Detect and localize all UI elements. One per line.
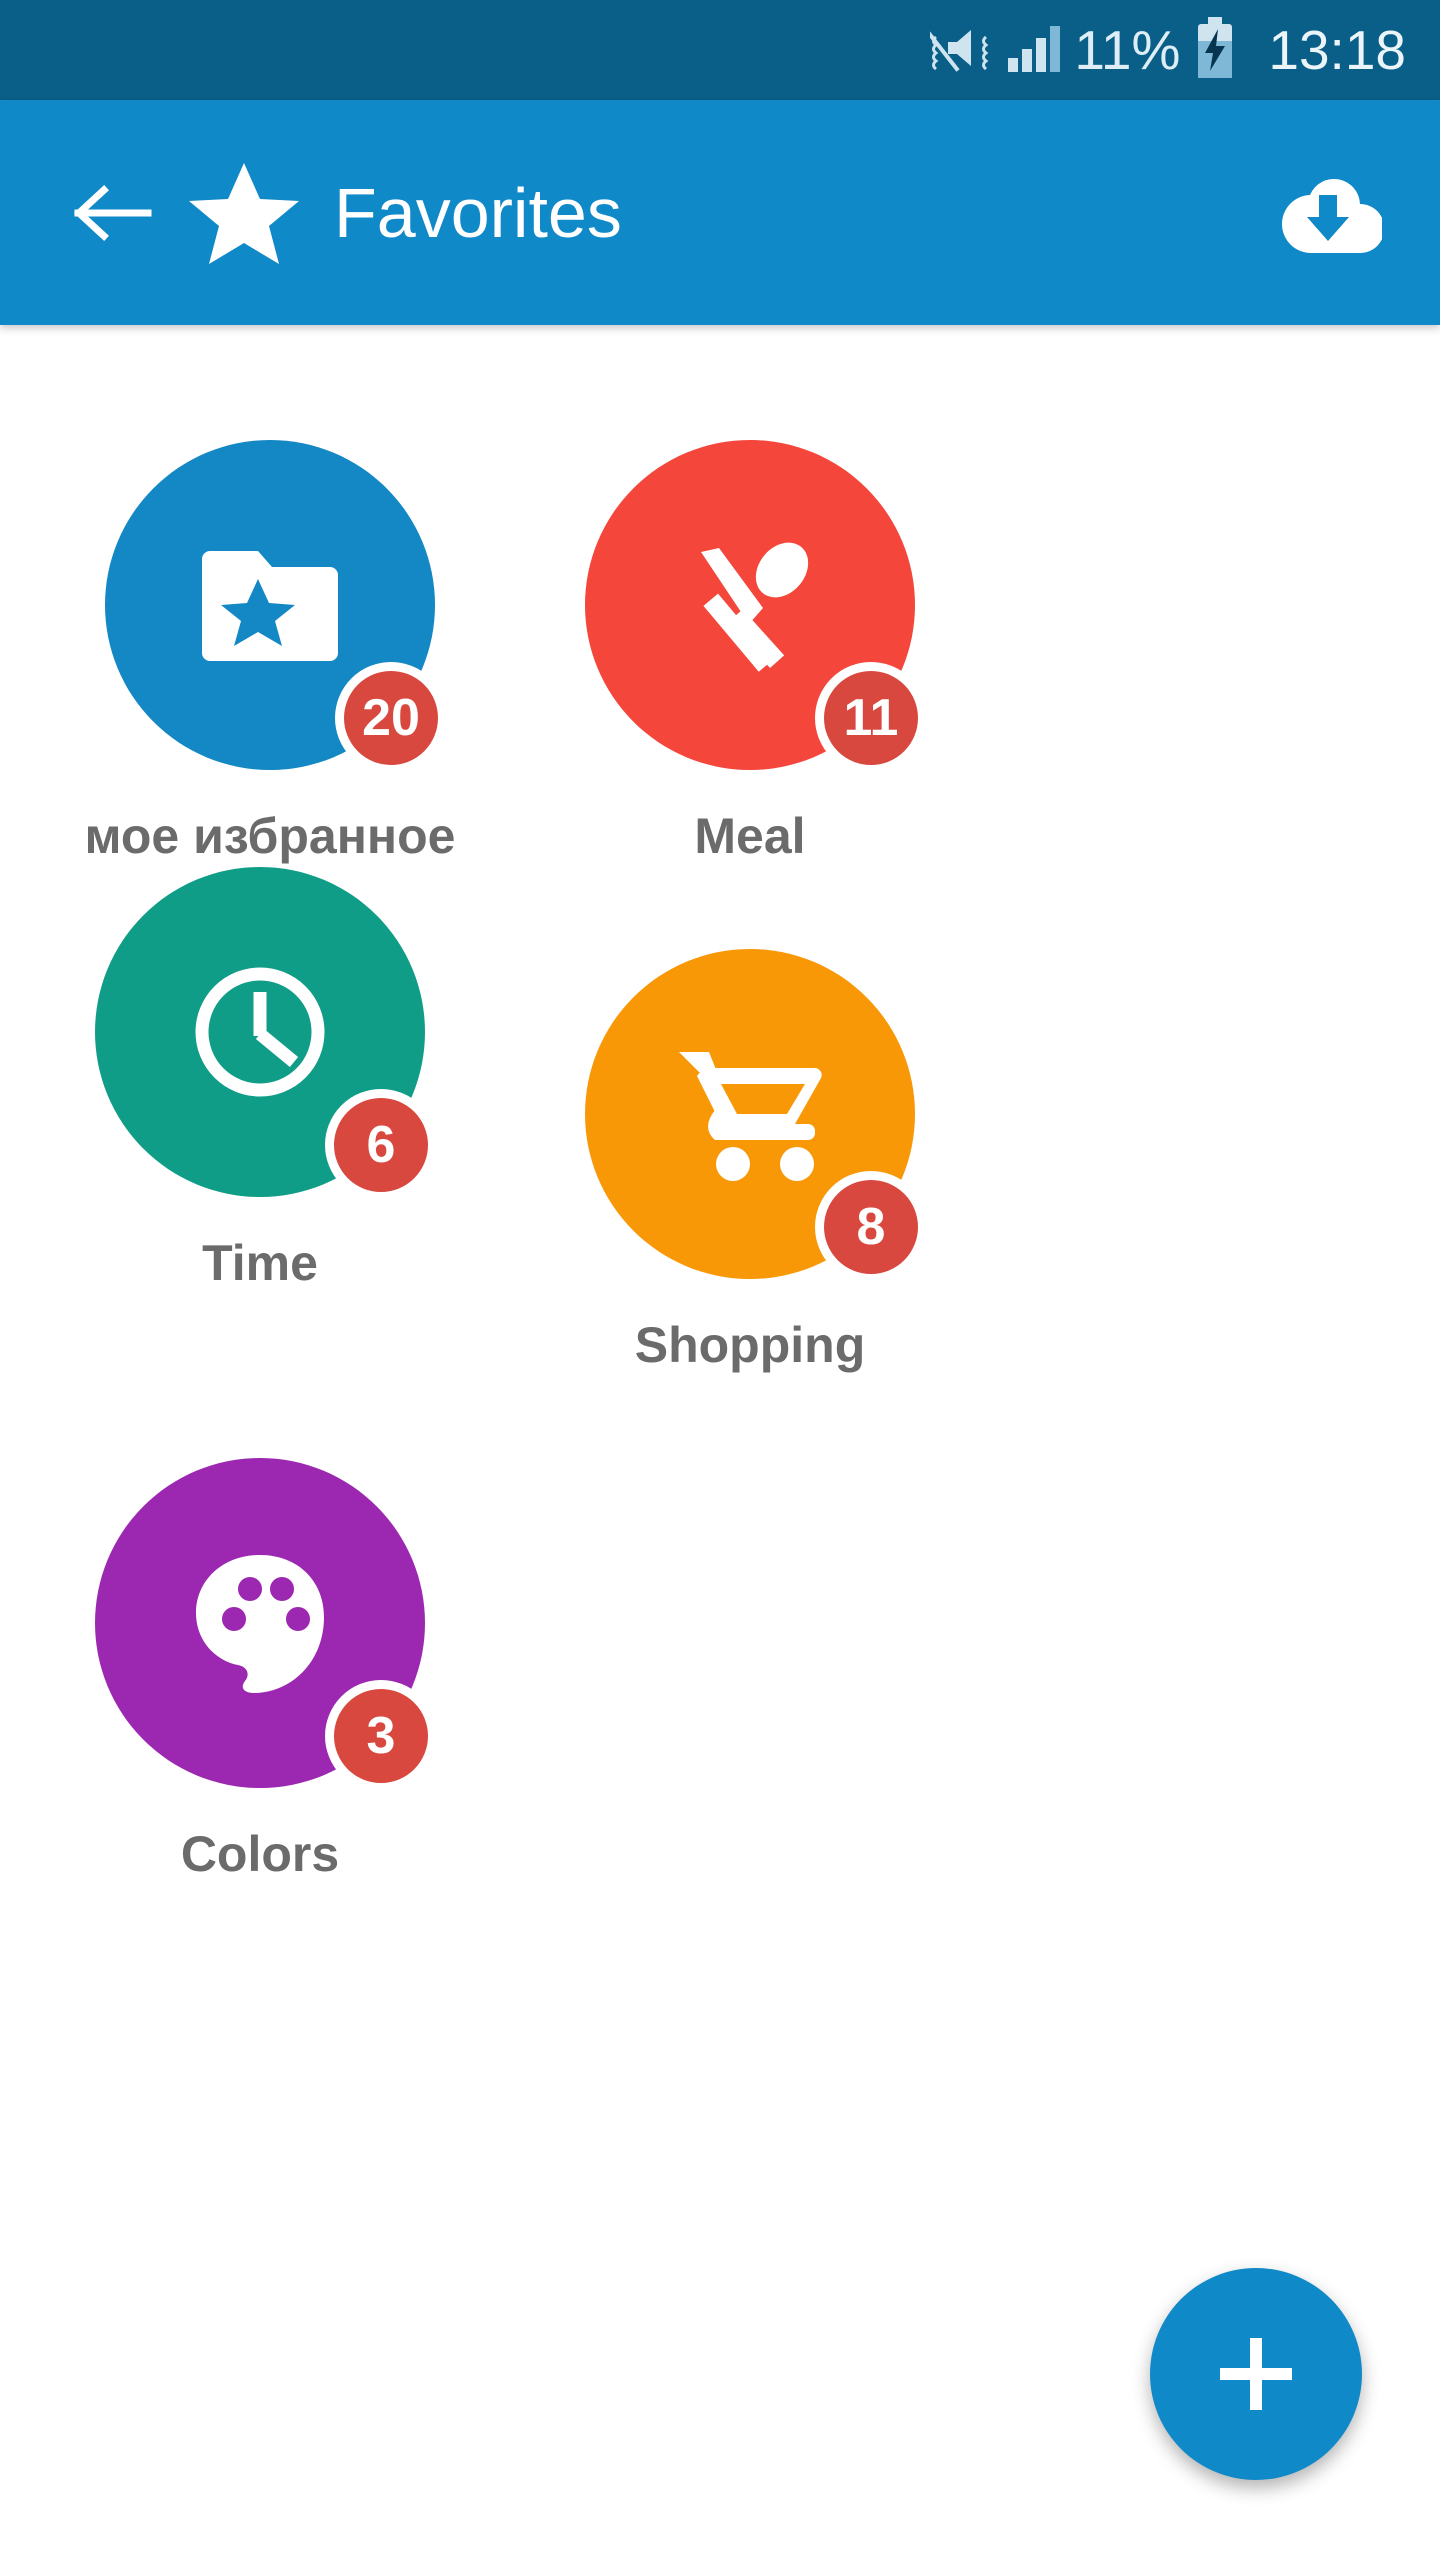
category-label: Meal xyxy=(694,808,806,864)
category-label: Time xyxy=(202,1235,318,1291)
category-item-shopping[interactable]: 8 Shopping xyxy=(530,949,970,1376)
status-bar: 11% 13:18 xyxy=(0,0,1440,100)
signal-bars-icon xyxy=(1006,22,1061,79)
category-icon-wrap: 20 xyxy=(105,440,447,774)
category-label: мое избранное xyxy=(84,808,456,864)
cloud-download-icon xyxy=(1282,178,1382,253)
category-label: Colors xyxy=(180,1826,340,1882)
status-badge: 11 xyxy=(815,662,927,774)
shopping-cart-icon xyxy=(679,1052,822,1181)
category-item-colors[interactable]: 3 Colors xyxy=(40,1458,480,1885)
category-icon-wrap: 11 xyxy=(585,440,927,774)
back-button[interactable] xyxy=(58,158,168,268)
app-bar: Favorites xyxy=(0,100,1440,325)
category-grid: 20 мое избранное 11 Meal 6 Time 8 Shoppi… xyxy=(0,325,1440,1885)
cloud-download-button[interactable] xyxy=(1268,153,1388,273)
folder-star-icon xyxy=(202,551,338,661)
palette-icon xyxy=(196,1555,324,1693)
category-icon-wrap: 3 xyxy=(95,1458,437,1792)
back-arrow-icon xyxy=(73,184,152,241)
battery-percent-label: 11% xyxy=(1074,18,1181,81)
category-label: Shopping xyxy=(634,1317,866,1373)
page-title: Favorites xyxy=(334,173,622,252)
category-icon-wrap: 8 xyxy=(585,949,927,1283)
category-icon-wrap: 6 xyxy=(95,867,437,1201)
app-bar-brand: Favorites xyxy=(188,159,622,267)
clock-icon xyxy=(195,967,325,1097)
vibrate-mute-icon xyxy=(924,19,992,82)
category-item-time[interactable]: 6 Time xyxy=(40,867,480,1376)
status-badge: 6 xyxy=(325,1089,437,1201)
plus-icon xyxy=(1220,2338,1292,2410)
content-area: 20 мое избранное 11 Meal 6 Time 8 Shoppi… xyxy=(0,325,1440,2560)
clock-time-label: 13:18 xyxy=(1268,18,1406,81)
category-item-meal[interactable]: 11 Meal xyxy=(530,440,970,867)
phone-screen: 11% 13:18 Favorites 20 мое избранное 11 … xyxy=(0,0,1440,2560)
status-badge: 20 xyxy=(335,662,447,774)
status-badge: 8 xyxy=(815,1171,927,1283)
knife-spoon-icon xyxy=(701,542,809,672)
star-icon xyxy=(189,162,299,264)
battery-charging-icon xyxy=(1194,16,1236,84)
category-item-my-favorites[interactable]: 20 мое избранное xyxy=(50,440,490,867)
status-badge: 3 xyxy=(325,1680,437,1792)
add-button[interactable] xyxy=(1150,2268,1362,2480)
status-bar-icons: 11% 13:18 xyxy=(924,16,1406,84)
